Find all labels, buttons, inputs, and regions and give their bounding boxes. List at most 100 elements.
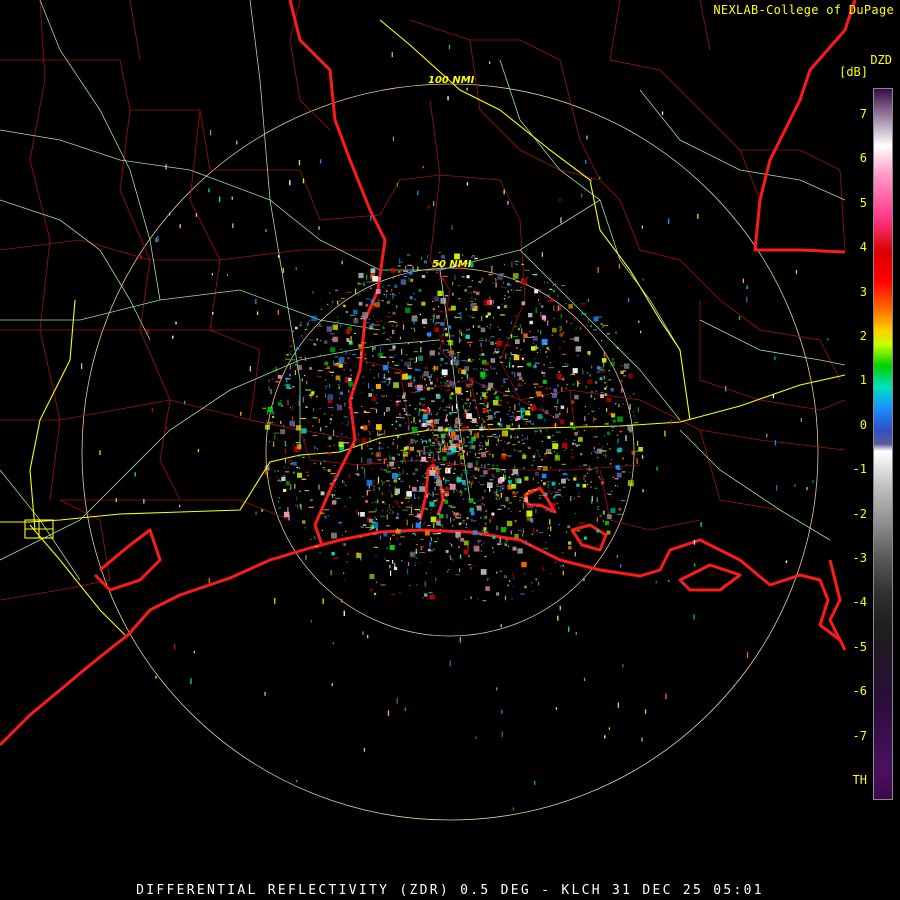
echo-pixel: [440, 377, 442, 379]
echo-pixel: [330, 482, 332, 484]
echo-pixel: [464, 484, 466, 486]
echo-pixel: [451, 544, 453, 547]
echo-pixel: [629, 471, 631, 473]
echo-pixel: [350, 336, 352, 341]
echo-pixel: [541, 252, 543, 257]
echo-pixel: [447, 427, 452, 429]
echo-pixel: [370, 268, 376, 274]
echo-pixel: [479, 358, 481, 360]
echo-pixel: [530, 519, 532, 524]
echo-pixel: [603, 351, 605, 358]
echo-pixel: [466, 373, 468, 380]
echo-pixel: [463, 468, 466, 470]
echo-pixel: [571, 400, 575, 404]
echo-pixel: [386, 384, 389, 386]
echo-pixel: [464, 598, 467, 600]
echo-pixel: [549, 573, 551, 575]
echo-pixel: [375, 289, 381, 294]
echo-pixel: [432, 367, 434, 369]
echo-pixel: [515, 347, 518, 349]
echo-pixel: [373, 365, 375, 367]
echo-pixel: [464, 366, 470, 372]
echo-pixel: [285, 384, 291, 389]
echo-pixel: [444, 487, 450, 494]
echo-pixel: [595, 320, 597, 322]
echo-pixel: [320, 491, 325, 496]
echo-pixel: [390, 268, 396, 273]
echo-pixel: [504, 295, 506, 297]
echo-pixel: [437, 412, 439, 414]
echo-pixel: [468, 498, 474, 503]
echo-pixel: [532, 477, 534, 481]
echo-pixel: [581, 539, 583, 541]
echo-pixel: [464, 531, 466, 533]
echo-pixel: [115, 498, 117, 503]
legend-product: DZD: [870, 53, 892, 67]
echo-pixel: [568, 541, 572, 545]
echo-pixel: [528, 447, 531, 449]
echo-pixel: [455, 387, 462, 394]
echo-pixel: [597, 457, 599, 459]
echo-pixel: [538, 497, 541, 499]
echo-pixel: [361, 495, 365, 497]
echo-pixel: [249, 366, 251, 372]
echo-pixel: [504, 353, 508, 356]
echo-pixel: [628, 373, 634, 379]
echo-pixel: [444, 446, 447, 448]
echo-pixel: [574, 551, 576, 557]
echo-pixel: [468, 358, 471, 362]
echo-pixel: [432, 400, 435, 402]
echo-pixel: [595, 390, 597, 392]
echo-pixel: [603, 362, 605, 367]
echo-pixel: [532, 336, 534, 338]
echo-pixel: [466, 383, 471, 388]
echo-pixel: [343, 572, 345, 574]
echo-pixel: [510, 419, 512, 421]
echo-pixel: [500, 439, 502, 442]
echo-pixel: [437, 465, 439, 467]
echo-pixel: [369, 519, 373, 523]
echo-pixel: [800, 417, 802, 422]
echo-pixel: [469, 343, 471, 347]
echo-pixel: [517, 436, 519, 438]
echo-pixel: [633, 444, 635, 446]
echo-pixel: [432, 442, 436, 444]
echo-pixel: [593, 418, 597, 420]
echo-pixel: [478, 467, 480, 472]
echo-pixel: [574, 512, 577, 515]
echo-pixel: [363, 410, 366, 412]
echo-pixel: [428, 205, 430, 209]
echo-pixel: [413, 292, 415, 295]
echo-pixel: [360, 342, 367, 344]
echo-pixel: [567, 364, 569, 366]
echo-pixel: [463, 429, 468, 431]
echo-pixel: [582, 424, 587, 426]
echo-pixel: [277, 501, 279, 503]
echo-pixel: [498, 435, 501, 438]
echo-pixel: [440, 357, 444, 361]
echo-pixel: [626, 411, 628, 413]
echo-pixel: [452, 292, 454, 296]
echo-pixel: [334, 486, 336, 488]
echo-pixel: [358, 511, 360, 516]
echo-pixel: [487, 425, 490, 432]
echo-pixel: [544, 452, 547, 455]
echo-pixel: [583, 475, 585, 481]
echo-pixel: [495, 282, 497, 288]
echo-pixel: [402, 460, 404, 464]
echo-pixel: [304, 439, 306, 441]
echo-pixel: [284, 353, 286, 355]
echo-pixel: [515, 281, 520, 283]
echo-pixel: [505, 390, 511, 392]
echo-pixel: [407, 382, 413, 387]
echo-pixel: [467, 472, 469, 474]
echo-pixel: [603, 435, 605, 437]
echo-pixel: [342, 479, 344, 483]
echo-pixel: [291, 406, 294, 408]
echo-pixel: [319, 407, 321, 410]
echo-pixel: [534, 471, 540, 476]
echo-pixel: [477, 452, 481, 454]
echo-pixel: [574, 336, 580, 342]
echo-pixel: [587, 544, 589, 546]
echo-pixel: [610, 388, 614, 392]
